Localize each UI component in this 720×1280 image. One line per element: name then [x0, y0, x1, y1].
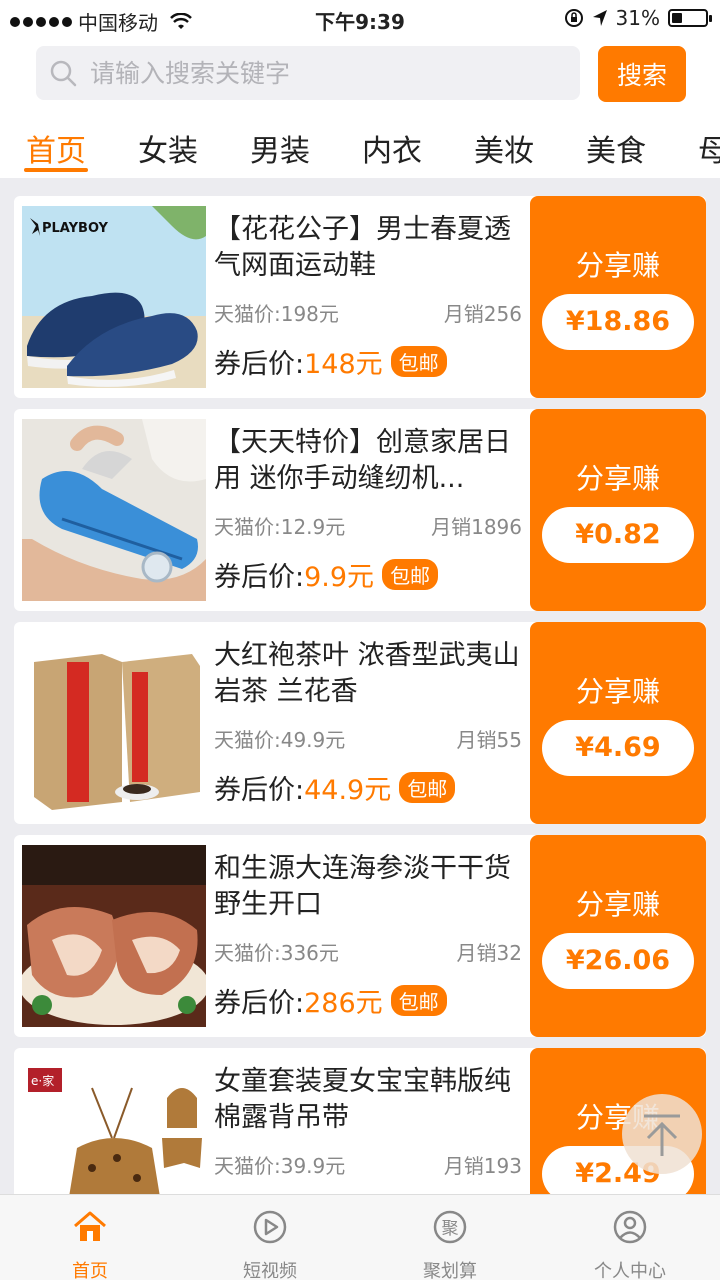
- coupon-price: 44.9元: [304, 775, 392, 806]
- arrow-up-icon: [644, 1114, 680, 1156]
- free-shipping-badge: 包邮: [390, 985, 447, 1016]
- search-icon: [50, 60, 77, 87]
- share-earn-amount: ¥26.06: [542, 933, 694, 989]
- tmall-price: 天猫价:39.9元: [214, 1154, 346, 1178]
- coupon-price: 286元: [304, 988, 383, 1019]
- playboy-logo-text: PLAYBOY: [42, 221, 109, 236]
- share-earn-button[interactable]: 分享赚 ¥18.86: [530, 196, 706, 398]
- battery-icon: [668, 9, 712, 27]
- home-icon: [74, 1211, 106, 1241]
- share-earn-amount: ¥0.82: [542, 507, 694, 563]
- nav-juhuasuan[interactable]: 聚 聚划算: [360, 1195, 540, 1280]
- share-earn-button[interactable]: 分享赚 ¥0.82: [530, 409, 706, 611]
- product-image-tea: [22, 632, 206, 814]
- play-icon: [253, 1210, 287, 1244]
- tab-mens[interactable]: 男装: [248, 108, 312, 178]
- coupon-price-row: 券后价: 148元 包邮: [214, 342, 447, 381]
- ju-icon: 聚: [433, 1210, 467, 1244]
- monthly-sales: 月销256: [443, 302, 522, 326]
- product-title[interactable]: 和生源大连海参淡干干货野生开口: [214, 851, 524, 923]
- tmall-price: 天猫价:336元: [214, 941, 339, 965]
- product-image-sea-cucumber: [22, 845, 206, 1027]
- category-tabs: 首页 女装 男装 内衣 美妆 美食 母婴: [0, 108, 720, 178]
- status-right: 31%: [564, 6, 712, 30]
- tab-baby[interactable]: 母婴: [696, 108, 720, 178]
- product-image-shoes: PLAYBOY: [22, 206, 206, 388]
- tmall-price: 天猫价:198元: [214, 302, 339, 326]
- coupon-label: 券后价:: [214, 988, 305, 1019]
- search-button[interactable]: 搜索: [598, 46, 686, 102]
- tab-womens[interactable]: 女装: [136, 108, 200, 178]
- share-earn-label: 分享赚: [575, 675, 660, 708]
- free-shipping-badge: 包邮: [390, 346, 447, 377]
- tmall-price: 天猫价:49.9元: [214, 728, 346, 752]
- product-card[interactable]: 大红袍茶叶 浓香型武夷山岩茶 兰花香 天猫价:49.9元 月销55 券后价: 4…: [14, 622, 706, 824]
- brand-logo-text: e·家: [31, 1073, 54, 1088]
- monthly-sales: 月销55: [456, 728, 522, 752]
- share-earn-label: 分享赚: [575, 249, 660, 282]
- coupon-price: 9.9元: [304, 562, 375, 593]
- coupon-price-row: 券后价: 9.9元 包邮: [214, 555, 439, 594]
- rotation-lock-icon: [564, 9, 583, 27]
- search-input[interactable]: [90, 58, 550, 88]
- nav-home[interactable]: 首页: [0, 1195, 180, 1280]
- coupon-label: 券后价:: [214, 775, 305, 806]
- tmall-price: 天猫价:12.9元: [214, 515, 346, 539]
- nav-short-video-label: 短视频: [243, 1261, 297, 1280]
- share-earn-label: 分享赚: [575, 888, 660, 921]
- back-to-top-button[interactable]: [622, 1094, 702, 1174]
- product-title[interactable]: 大红袍茶叶 浓香型武夷山岩茶 兰花香: [214, 638, 524, 710]
- product-card[interactable]: 【天天特价】创意家居日用 迷你手动缝纫机... 天猫价:12.9元 月销1896…: [14, 409, 706, 611]
- bottom-nav: 首页 短视频 聚 聚划算 个人中心: [0, 1194, 720, 1280]
- svg-text:聚: 聚: [442, 1219, 459, 1239]
- location-icon: [592, 10, 607, 26]
- search-bar: 搜索: [0, 38, 720, 108]
- nav-profile-label: 个人中心: [594, 1261, 666, 1280]
- product-card[interactable]: 和生源大连海参淡干干货野生开口 天猫价:336元 月销32 券后价: 286元 …: [14, 835, 706, 1037]
- nav-home-label: 首页: [72, 1261, 108, 1280]
- nav-profile[interactable]: 个人中心: [540, 1195, 720, 1280]
- monthly-sales: 月销1896: [431, 515, 522, 539]
- free-shipping-badge: 包邮: [382, 559, 439, 590]
- product-image-sewing-machine: [22, 419, 206, 601]
- tab-food[interactable]: 美食: [584, 108, 648, 178]
- share-earn-amount: ¥18.86: [542, 294, 694, 350]
- product-title[interactable]: 【花花公子】男士春夏透气网面运动鞋: [214, 212, 524, 284]
- coupon-label: 券后价:: [214, 349, 305, 380]
- coupon-label: 券后价:: [214, 562, 305, 593]
- battery-percent: 31%: [615, 6, 660, 30]
- product-card[interactable]: PLAYBOY 【花花公子】男士春夏透气网面运动鞋 天猫价:198元 月销256…: [14, 196, 706, 398]
- product-image-kids-outfit: e·家: [22, 1058, 206, 1194]
- product-card[interactable]: e·家 女童套装夏女宝宝韩版纯棉露背吊带 天猫价:39.9元 月销193 分享赚…: [14, 1048, 706, 1194]
- status-bar: 中国移动 下午9:39 31%: [0, 0, 720, 38]
- nav-short-video[interactable]: 短视频: [180, 1195, 360, 1280]
- product-title[interactable]: 【天天特价】创意家居日用 迷你手动缝纫机...: [214, 425, 524, 497]
- nav-juhuasuan-label: 聚划算: [423, 1261, 477, 1280]
- user-icon: [613, 1210, 647, 1244]
- free-shipping-badge: 包邮: [399, 772, 456, 803]
- monthly-sales: 月销32: [456, 941, 522, 965]
- coupon-price: 148元: [304, 349, 383, 380]
- tab-beauty[interactable]: 美妆: [472, 108, 536, 178]
- share-earn-label: 分享赚: [575, 462, 660, 495]
- search-box: [36, 46, 580, 100]
- coupon-price-row: 券后价: 44.9元 包邮: [214, 768, 456, 807]
- product-title[interactable]: 女童套装夏女宝宝韩版纯棉露背吊带: [214, 1064, 524, 1136]
- tab-underwear[interactable]: 内衣: [360, 108, 424, 178]
- share-earn-amount: ¥4.69: [542, 720, 694, 776]
- monthly-sales: 月销193: [443, 1154, 522, 1178]
- share-earn-button[interactable]: 分享赚 ¥4.69: [530, 622, 706, 824]
- product-list: PLAYBOY 【花花公子】男士春夏透气网面运动鞋 天猫价:198元 月销256…: [0, 178, 720, 1194]
- tab-home[interactable]: 首页: [24, 108, 88, 178]
- coupon-price-row: 券后价: 286元 包邮: [214, 981, 447, 1020]
- share-earn-button[interactable]: 分享赚 ¥26.06: [530, 835, 706, 1037]
